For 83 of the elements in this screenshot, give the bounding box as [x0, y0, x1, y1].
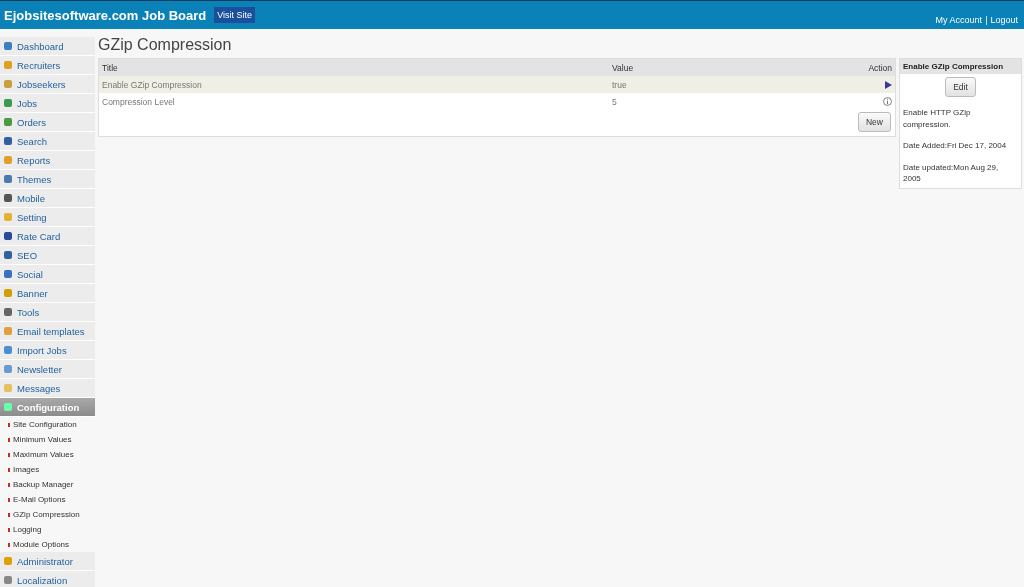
sidebar-item[interactable]: Tools: [0, 303, 95, 322]
column-header: Action: [868, 62, 892, 73]
sidebar-item[interactable]: Administrator: [0, 552, 95, 571]
sidebar-item[interactable]: Newsletter: [0, 360, 95, 379]
sidebar-label: Jobseekers: [17, 78, 66, 90]
submenu-label: E-Mail Options: [13, 495, 66, 504]
column-header: Title: [102, 62, 119, 73]
sidebar-item[interactable]: Messages: [0, 379, 95, 398]
table-cell-text: true: [612, 79, 628, 90]
sidebar-item[interactable]: Jobs: [0, 94, 95, 113]
submenu-item[interactable]: GZip Compression: [0, 507, 95, 522]
logout-link[interactable]: Logout: [990, 15, 1018, 25]
submenu-label: Maximum Values: [13, 450, 74, 459]
my-account-link[interactable]: My Account: [935, 15, 983, 25]
submenu-item[interactable]: Backup Manager: [0, 477, 95, 492]
sidebar-label: Rate Card: [17, 230, 61, 242]
new-button[interactable]: New: [858, 112, 891, 132]
panel-title: Enable GZip Compression: [900, 59, 1021, 74]
sidebar-label: Reports: [17, 154, 51, 166]
submenu-label: Backup Manager: [13, 480, 74, 489]
sidebar-label: Email templates: [17, 325, 85, 337]
sidebar-label: Configuration: [17, 401, 80, 413]
sidebar-label: Import Jobs: [17, 344, 67, 356]
sidebar-item[interactable]: Jobseekers: [0, 75, 95, 94]
sidebar-item[interactable]: Setting: [0, 208, 95, 227]
sidebar-item[interactable]: Search: [0, 132, 95, 151]
sidebar-item[interactable]: Import Jobs: [0, 341, 95, 360]
table-cell-text: Enable GZip Compression: [102, 79, 203, 90]
date-added-text: Date Added:Fri Dec 17, 2004: [902, 140, 1008, 152]
sidebar-label: Themes: [17, 173, 52, 185]
sidebar-label: Banner: [17, 287, 48, 299]
submenu-label: Module Options: [13, 540, 70, 549]
visit-site-button[interactable]: Visit Site: [214, 7, 256, 23]
submenu-item[interactable]: Images: [0, 462, 95, 477]
sidebar-item[interactable]: Email templates: [0, 322, 95, 341]
submenu-item[interactable]: Site Configuration: [0, 417, 95, 432]
sidebar-label: Search: [17, 135, 48, 147]
sidebar-label: Recruiters: [17, 59, 61, 71]
sidebar-label: Orders: [17, 116, 47, 128]
sidebar-label: Messages: [17, 382, 61, 394]
submenu-item[interactable]: Logging: [0, 522, 95, 537]
submenu-label: Images: [13, 465, 40, 474]
site-title: Ejobsitesoftware.com Job Board: [4, 7, 207, 23]
sidebar-label: SEO: [17, 249, 38, 261]
sidebar-item[interactable]: Banner: [0, 284, 95, 303]
sidebar-item[interactable]: SEO: [0, 246, 95, 265]
play-arrow-icon[interactable]: [884, 80, 892, 89]
submenu-label: Minimum Values: [13, 435, 72, 444]
info-icon[interactable]: [883, 97, 892, 106]
sidebar-label: Social: [17, 268, 43, 280]
date-updated-text: Date updated:Mon Aug 29, 2005: [902, 161, 1000, 185]
submenu-label: GZip Compression: [13, 510, 80, 519]
column-header: Value: [612, 62, 635, 73]
separator: |: [985, 15, 988, 25]
sidebar-item[interactable]: Themes: [0, 170, 95, 189]
sidebar-item[interactable]: Social: [0, 265, 95, 284]
sidebar-label: Dashboard: [17, 40, 64, 52]
submenu-item[interactable]: Maximum Values: [0, 447, 95, 462]
sidebar-item[interactable]: Mobile: [0, 189, 95, 208]
sidebar-item[interactable]: Localization: [0, 571, 95, 587]
table-cell-text: Compression Level: [102, 96, 176, 107]
sidebar-label: Newsletter: [17, 363, 62, 375]
sidebar-item[interactable]: Orders: [0, 113, 95, 132]
sidebar-label: Mobile: [17, 192, 45, 204]
submenu-item[interactable]: Module Options: [0, 537, 95, 552]
submenu-item[interactable]: Minimum Values: [0, 432, 95, 447]
sidebar-label: Tools: [17, 306, 40, 318]
sidebar-item[interactable]: Reports: [0, 151, 95, 170]
description-text: Enable HTTP GZip compression.: [902, 107, 972, 131]
sidebar-label: Jobs: [17, 97, 38, 109]
submenu-label: Logging: [13, 525, 42, 534]
sidebar-item[interactable]: Dashboard: [0, 37, 95, 56]
table-row[interactable]: Enable GZip Compression true: [99, 76, 895, 93]
sidebar-item[interactable]: Rate Card: [0, 227, 95, 246]
sidebar-label: Localization: [17, 574, 68, 586]
submenu-label: Site Configuration: [13, 420, 77, 429]
table-cell-text: 5: [612, 96, 618, 107]
edit-button[interactable]: Edit: [945, 77, 976, 97]
sidebar-label: Setting: [17, 211, 47, 223]
sidebar-item[interactable]: Recruiters: [0, 56, 95, 75]
sidebar-label: Administrator: [17, 555, 73, 567]
page-title: GZip Compression: [98, 36, 233, 54]
submenu-item[interactable]: E-Mail Options: [0, 492, 95, 507]
